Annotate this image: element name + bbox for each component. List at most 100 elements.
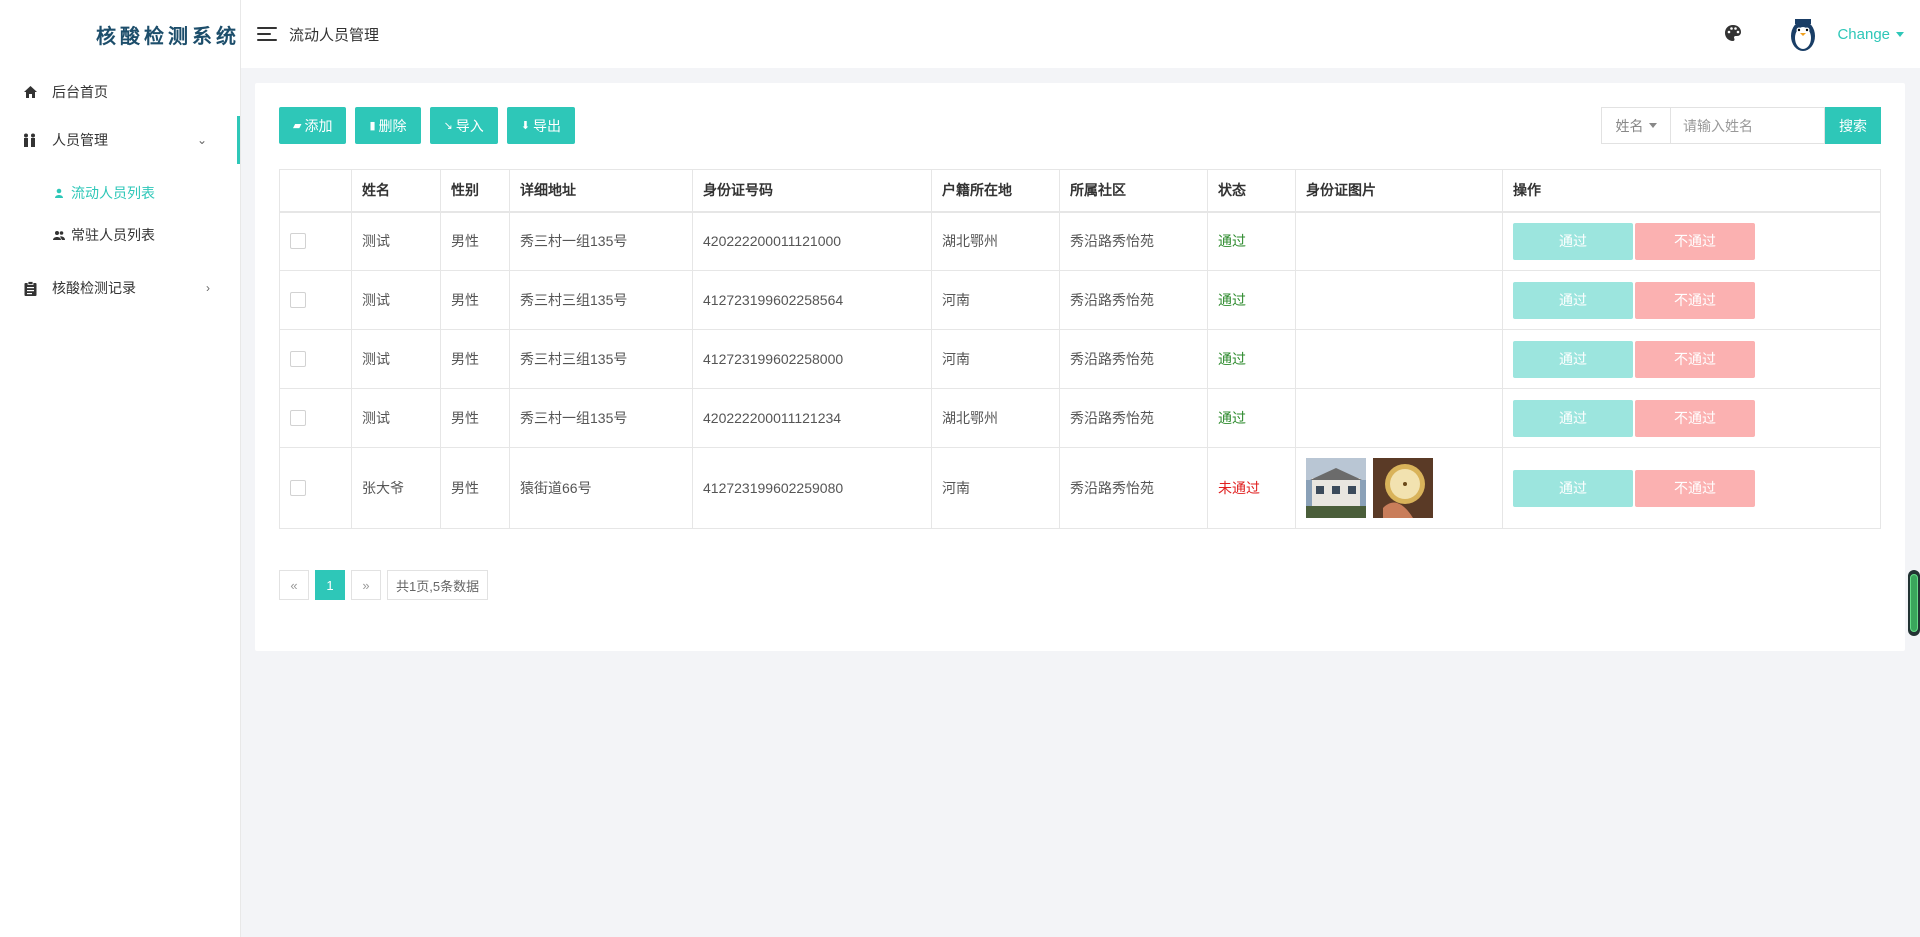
row-checkbox[interactable] xyxy=(290,410,306,426)
id-image-thumbnail[interactable] xyxy=(1306,458,1366,518)
cell-id-images xyxy=(1295,211,1503,271)
delete-button[interactable]: ▮ 删除 xyxy=(355,107,421,144)
sidebar: 核酸检测系统 后台首页 人员管理 ⌄ 流动人员列表 常驻人员列表 核酸检测记录 … xyxy=(0,0,241,937)
pager-prev[interactable]: « xyxy=(279,570,309,600)
page-title: 流动人员管理 xyxy=(289,26,380,44)
row-checkbox[interactable] xyxy=(290,292,306,308)
reject-button[interactable]: 不通过 xyxy=(1635,399,1755,437)
cell-id-number: 412723199602258000 xyxy=(692,329,932,389)
sidebar-item-label: 核酸检测记录 xyxy=(52,280,136,296)
approve-button[interactable]: 通过 xyxy=(1513,469,1633,507)
personnel-submenu: 流动人员列表 常驻人员列表 xyxy=(0,164,240,264)
trash-icon: ▮ xyxy=(369,120,376,132)
avatar[interactable] xyxy=(1785,16,1821,52)
cell-name: 测试 xyxy=(351,329,441,389)
cell-id-images xyxy=(1295,329,1503,389)
personnel-table: 姓名 性别 详细地址 身份证号码 户籍所在地 所属社区 状态 身份证图片 操作 … xyxy=(279,169,1881,529)
table-row: 测试 男性 秀三村三组135号 412723199602258000 河南 秀沿… xyxy=(279,329,1881,389)
pager-info: 共1页,5条数据 xyxy=(387,570,489,600)
cell-status: 通过 xyxy=(1207,211,1296,271)
pagination: « 1 » 共1页,5条数据 xyxy=(279,570,489,600)
export-button[interactable]: ⬇ 导出 xyxy=(506,107,575,144)
approve-button[interactable]: 通过 xyxy=(1513,340,1633,378)
group-icon xyxy=(53,229,65,241)
reject-button[interactable]: 不通过 xyxy=(1635,340,1755,378)
add-button[interactable]: ▰ 添加 xyxy=(279,107,347,144)
add-icon: ▰ xyxy=(293,120,302,132)
top-header: 流动人员管理 Change xyxy=(241,0,1920,68)
brand-title: 核酸检测系统 xyxy=(96,23,240,48)
people-icon xyxy=(22,132,38,148)
table-row: 测试 男性 秀三村一组135号 420222200011121000 湖北鄂州 … xyxy=(279,211,1881,271)
search-box: 姓名 搜索 xyxy=(1601,107,1881,144)
cell-status: 通过 xyxy=(1207,270,1296,330)
sidebar-item-mobile-personnel[interactable]: 流动人员列表 xyxy=(0,172,240,214)
cell-gender: 男性 xyxy=(440,270,510,330)
add-label: 添加 xyxy=(304,117,333,134)
cell-address: 秀三村三组135号 xyxy=(509,329,693,389)
cell-hometown: 湖北鄂州 xyxy=(931,211,1060,271)
row-checkbox[interactable] xyxy=(290,480,306,496)
caret-down-icon xyxy=(1648,123,1657,128)
sidebar-item-resident-personnel[interactable]: 常驻人员列表 xyxy=(0,214,240,256)
id-image-thumbnail[interactable] xyxy=(1372,458,1433,518)
person-icon xyxy=(53,187,65,199)
cell-address: 秀三村一组135号 xyxy=(509,211,693,271)
cell-hometown: 河南 xyxy=(931,447,1060,529)
home-icon xyxy=(22,84,38,100)
search-input[interactable] xyxy=(1670,107,1825,144)
table-row: 测试 男性 秀三村三组135号 412723199602258564 河南 秀沿… xyxy=(279,270,1881,330)
search-button[interactable]: 搜索 xyxy=(1825,107,1881,144)
approve-button[interactable]: 通过 xyxy=(1513,222,1633,260)
search-field-select[interactable]: 姓名 xyxy=(1601,107,1670,144)
cell-community: 秀沿路秀怡苑 xyxy=(1059,447,1208,529)
table-header: 性别 xyxy=(440,169,510,213)
cell-hometown: 河南 xyxy=(931,270,1060,330)
cell-id-images xyxy=(1295,388,1503,448)
cell-id-number: 412723199602258564 xyxy=(692,270,932,330)
user-name: Change xyxy=(1837,25,1890,43)
sidebar-item-home[interactable]: 后台首页 xyxy=(0,68,240,116)
approve-button[interactable]: 通过 xyxy=(1513,399,1633,437)
cell-community: 秀沿路秀怡苑 xyxy=(1059,388,1208,448)
cell-status: 通过 xyxy=(1207,388,1296,448)
main-card: ▰添加 ▮删除 ↘导入 ⬇导出 姓名 搜索 姓名 性别 详细地址 身份证号码 户… xyxy=(255,83,1905,651)
table-header: 所属社区 xyxy=(1059,169,1208,213)
chevron-down-icon: ⌄ xyxy=(196,133,207,147)
approve-button[interactable]: 通过 xyxy=(1513,281,1633,319)
row-checkbox[interactable] xyxy=(290,351,306,367)
sidebar-sub-label: 流动人员列表 xyxy=(71,185,155,201)
table-header-row: 姓名 性别 详细地址 身份证号码 户籍所在地 所属社区 状态 身份证图片 操作 xyxy=(279,169,1881,213)
cell-status: 通过 xyxy=(1207,329,1296,389)
row-checkbox[interactable] xyxy=(290,233,306,250)
cell-actions: 通过 不通过 xyxy=(1502,211,1881,271)
pager-next[interactable]: » xyxy=(351,570,381,600)
cell-id-number: 420222200011121000 xyxy=(692,211,932,271)
clipboard-icon xyxy=(22,280,38,296)
sidebar-item-test-records[interactable]: 核酸检测记录 › xyxy=(0,264,240,312)
palette-icon[interactable] xyxy=(1723,23,1745,45)
caret-down-icon xyxy=(1896,32,1904,38)
table-row: 张大爷 男性 猿街道66号 412723199602259080 河南 秀沿路秀… xyxy=(279,447,1881,529)
import-button[interactable]: ↘ 导入 xyxy=(429,107,498,144)
trend-icon: ↘ xyxy=(443,120,453,132)
cell-address: 秀三村一组135号 xyxy=(509,388,693,448)
import-label: 导入 xyxy=(455,117,484,134)
cell-name: 测试 xyxy=(351,270,441,330)
cell-address: 猿街道66号 xyxy=(509,447,693,529)
toolbar: ▰ 添加 ▮ 删除 ↘ 导入 ⬇ 导出 xyxy=(279,107,575,144)
cell-name: 测试 xyxy=(351,388,441,448)
scrollbar-thumb[interactable] xyxy=(1910,574,1918,632)
menu-toggle-icon[interactable] xyxy=(257,27,277,41)
user-menu[interactable]: Change xyxy=(1837,26,1904,43)
reject-button[interactable]: 不通过 xyxy=(1635,222,1755,260)
reject-button[interactable]: 不通过 xyxy=(1635,281,1755,319)
cell-hometown: 湖北鄂州 xyxy=(931,388,1060,448)
pager-page[interactable]: 1 xyxy=(315,570,345,600)
reject-button[interactable]: 不通过 xyxy=(1635,469,1755,507)
table-header: 姓名 xyxy=(351,169,441,213)
cell-name: 测试 xyxy=(351,211,441,271)
cell-community: 秀沿路秀怡苑 xyxy=(1059,270,1208,330)
cell-actions: 通过 不通过 xyxy=(1502,447,1881,529)
sidebar-item-personnel[interactable]: 人员管理 ⌄ xyxy=(0,116,240,164)
